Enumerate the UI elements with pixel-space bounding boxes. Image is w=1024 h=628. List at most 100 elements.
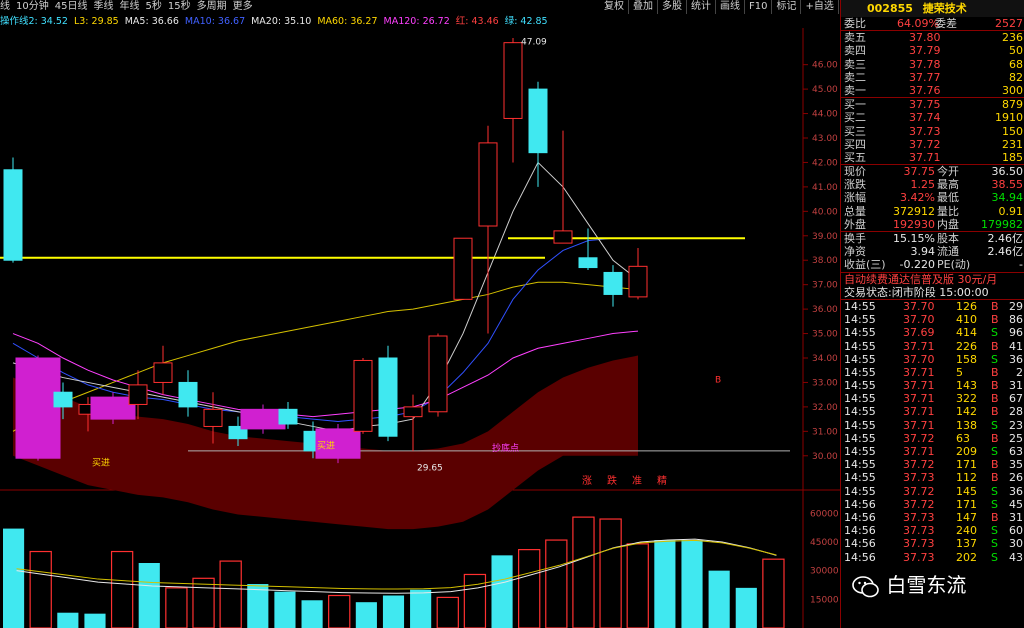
tick-row-12[interactable]: 14:55 37.72 171 B 35 bbox=[841, 458, 1024, 471]
function-item-4[interactable]: 画线 bbox=[716, 0, 745, 14]
period-item-4[interactable]: 年线 bbox=[119, 0, 139, 14]
stat-value: 36.50 bbox=[991, 165, 1024, 179]
tick-volume: 414 bbox=[956, 326, 977, 340]
ask-row-4[interactable]: 卖一 37.76 300 bbox=[841, 84, 1024, 97]
function-item-5[interactable]: F10 bbox=[745, 0, 773, 14]
price-tick-label: 34.00 bbox=[812, 354, 838, 364]
tick-list[interactable]: 14:55 37.70 126 B 29 14:55 37.70 410 B 86 14:55 37.… bbox=[841, 298, 1024, 564]
function-item-0[interactable]: 复权 bbox=[600, 0, 629, 14]
tick-row-8[interactable]: 14:55 37.71 142 B 28 bbox=[841, 405, 1024, 418]
ask-row-2[interactable]: 卖三 37.78 68 bbox=[841, 58, 1024, 71]
function-item-6[interactable]: 标记 bbox=[772, 0, 802, 14]
tick-count: 36 bbox=[1009, 484, 1023, 498]
tick-volume: 137 bbox=[956, 537, 977, 551]
tick-price: 37.71 bbox=[903, 392, 935, 406]
quote-row-1[interactable]: 涨跌 1.25 最高 38.55 bbox=[841, 178, 1024, 191]
tick-row-19[interactable]: 14:56 37.73 202 S 43 bbox=[841, 551, 1024, 564]
stat-label: 总量 bbox=[844, 204, 866, 218]
quote-row-0[interactable]: 现价 37.75 今开 36.50 bbox=[841, 165, 1024, 178]
volume-bar bbox=[328, 594, 351, 628]
period-item-2[interactable]: 45日线 bbox=[55, 0, 88, 14]
stat-value: 0.91 bbox=[998, 204, 1024, 218]
tick-row-14[interactable]: 14:55 37.72 145 S 36 bbox=[841, 485, 1024, 498]
tick-volume: 143 bbox=[956, 379, 977, 393]
bid-volume: 1910 bbox=[995, 111, 1023, 125]
tick-row-13[interactable]: 14:55 37.73 112 B 26 bbox=[841, 471, 1024, 484]
bid-label: 买五 bbox=[844, 150, 866, 164]
period-item-1[interactable]: 10分钟 bbox=[16, 0, 49, 14]
tick-time: 14:55 bbox=[844, 313, 876, 327]
period-item-3[interactable]: 季线 bbox=[93, 0, 113, 14]
ask-label: 卖二 bbox=[844, 70, 866, 84]
ad-text[interactable]: 自动续费通达信普及版 30元/月 bbox=[844, 273, 997, 286]
weicha-label: 委差 bbox=[935, 17, 957, 30]
bid-price: 37.74 bbox=[909, 111, 941, 125]
tick-row-9[interactable]: 14:55 37.71 138 S 23 bbox=[841, 419, 1024, 432]
tick-row-16[interactable]: 14:56 37.73 147 B 31 bbox=[841, 511, 1024, 524]
ask-row-1[interactable]: 卖四 37.79 50 bbox=[841, 44, 1024, 57]
function-item-7[interactable]: +自选 bbox=[801, 0, 839, 14]
tick-row-6[interactable]: 14:55 37.71 143 B 31 bbox=[841, 379, 1024, 392]
tick-row-15[interactable]: 14:56 37.72 171 S 45 bbox=[841, 498, 1024, 511]
tick-volume: 171 bbox=[956, 458, 977, 472]
tick-row-3[interactable]: 14:55 37.71 226 B 41 bbox=[841, 340, 1024, 353]
quote2-row-2[interactable]: 收益(三) -0.220 PE(动) - bbox=[841, 258, 1024, 271]
tick-count: 67 bbox=[1009, 392, 1023, 406]
ad-row[interactable]: 自动续费通达信普及版 30元/月 bbox=[841, 271, 1024, 286]
tick-volume: 202 bbox=[956, 550, 977, 564]
quote-row-3[interactable]: 总量 372912 量比 0.91 bbox=[841, 205, 1024, 218]
function-item-1[interactable]: 叠加 bbox=[629, 0, 658, 14]
tick-volume: 226 bbox=[956, 339, 977, 353]
period-item-6[interactable]: 15秒 bbox=[168, 0, 191, 14]
quote-row-4[interactable]: 外盘 192930 内盘 179982 bbox=[841, 218, 1024, 231]
bid-row-1[interactable]: 买二 37.74 1910 bbox=[841, 111, 1024, 124]
candle-body bbox=[603, 271, 623, 295]
tick-volume: 145 bbox=[956, 484, 977, 498]
bid-row-4[interactable]: 买五 37.71 185 bbox=[841, 151, 1024, 164]
tick-row-1[interactable]: 14:55 37.70 410 B 86 bbox=[841, 313, 1024, 326]
function-item-2[interactable]: 多股 bbox=[658, 0, 687, 14]
quote2-row-1[interactable]: 净资 3.94 流通 2.46亿 bbox=[841, 245, 1024, 258]
tick-row-4[interactable]: 14:55 37.70 158 S 36 bbox=[841, 353, 1024, 366]
bid-row-2[interactable]: 买三 37.73 150 bbox=[841, 125, 1024, 138]
stat-label: 最低 bbox=[937, 191, 959, 205]
tick-count: 96 bbox=[1009, 326, 1023, 340]
bid-row-0[interactable]: 买一 37.75 879 bbox=[841, 98, 1024, 111]
period-item-8[interactable]: 更多 bbox=[233, 0, 253, 14]
period-item-0[interactable]: 线 bbox=[0, 0, 10, 14]
tick-row-10[interactable]: 14:55 37.72 63 B 25 bbox=[841, 432, 1024, 445]
price-tick-label: 42.00 bbox=[812, 158, 838, 168]
tick-count: 23 bbox=[1009, 418, 1023, 432]
stat-value: 372912 bbox=[893, 204, 935, 218]
candle-body bbox=[153, 362, 173, 383]
tick-row-18[interactable]: 14:56 37.73 137 S 30 bbox=[841, 537, 1024, 550]
stat-label: 收益(三) bbox=[844, 258, 886, 272]
volume-bar bbox=[491, 555, 513, 628]
period-item-5[interactable]: 5秒 bbox=[145, 0, 161, 14]
volume-bar bbox=[572, 516, 595, 628]
indicator-1: L3: 29.85 bbox=[73, 16, 119, 27]
tick-row-17[interactable]: 14:56 37.73 240 S 60 bbox=[841, 524, 1024, 537]
quote-row-2[interactable]: 涨幅 3.42% 最低 34.94 bbox=[841, 191, 1024, 204]
ask-row-0[interactable]: 卖五 37.80 236 bbox=[841, 31, 1024, 44]
period-item-7[interactable]: 多周期 bbox=[197, 0, 227, 14]
tick-count: 25 bbox=[1009, 431, 1023, 445]
tick-row-5[interactable]: 14:55 37.71 5 B 2 bbox=[841, 366, 1024, 379]
ask-label: 卖三 bbox=[844, 57, 866, 71]
kline-chart[interactable]: 46.00 45.00 44.00 43.00 42.00 41.00 40.00 39.00… bbox=[0, 28, 840, 628]
stat-value: 34.94 bbox=[991, 191, 1024, 205]
tick-row-2[interactable]: 14:55 37.69 414 S 96 bbox=[841, 326, 1024, 339]
ask-row-3[interactable]: 卖二 37.77 82 bbox=[841, 71, 1024, 84]
bid-row-3[interactable]: 买四 37.72 231 bbox=[841, 138, 1024, 151]
ask-price: 37.80 bbox=[909, 31, 941, 45]
price-tick-label: 32.00 bbox=[812, 403, 838, 413]
quote2-row-0[interactable]: 换手 15.15% 股本 2.46亿 bbox=[841, 232, 1024, 245]
function-item-3[interactable]: 统计 bbox=[687, 0, 716, 14]
candle-body bbox=[478, 142, 498, 227]
tick-row-11[interactable]: 14:55 37.71 209 S 63 bbox=[841, 445, 1024, 458]
tick-count: 36 bbox=[1009, 352, 1023, 366]
stat-value: 2.46亿 bbox=[987, 245, 1024, 259]
tick-row-7[interactable]: 14:55 37.71 322 B 67 bbox=[841, 392, 1024, 405]
function-toolbar: 复权叠加多股统计画线F10标记+自选返回 bbox=[600, 0, 867, 14]
tick-row-0[interactable]: 14:55 37.70 126 B 29 bbox=[841, 300, 1024, 313]
